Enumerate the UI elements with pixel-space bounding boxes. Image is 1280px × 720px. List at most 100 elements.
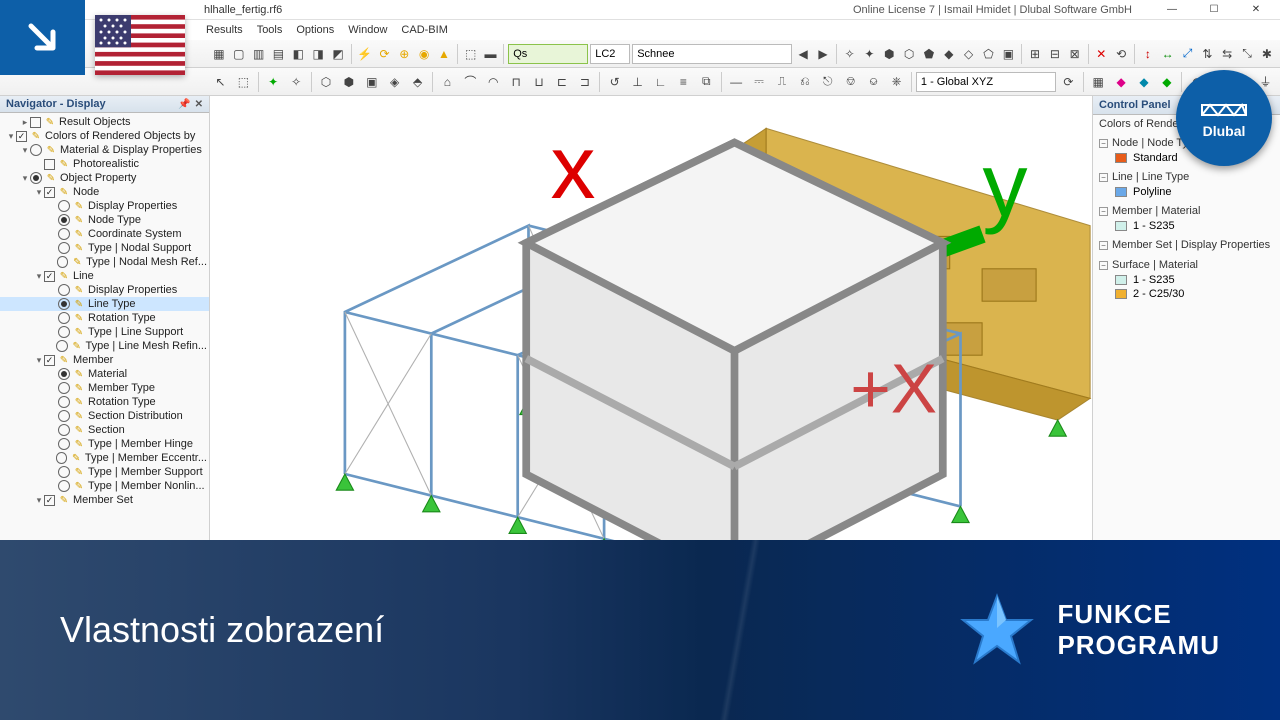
navigator-title: Navigator - Display 📌 ✕	[0, 96, 209, 113]
tool-icon[interactable]: ↖	[210, 71, 231, 93]
checkbox-icon[interactable]	[30, 117, 41, 128]
pencil-icon: ✎	[72, 326, 86, 338]
tree-item[interactable]: ✎Material	[0, 367, 209, 381]
tree-item[interactable]: ▾✓✎Line	[0, 269, 209, 283]
tree-item[interactable]: ✎Type | Member Support	[0, 465, 209, 479]
pencil-icon: ✎	[72, 396, 86, 408]
tree-label: Material & Display Properties	[60, 144, 202, 156]
radio-icon[interactable]	[58, 228, 70, 240]
checkbox-icon[interactable]: ✓	[16, 131, 27, 142]
tree-item[interactable]: ▾✓✎Member Set	[0, 493, 209, 507]
radio-icon[interactable]	[58, 424, 70, 436]
pencil-icon: ✎	[72, 298, 86, 310]
radio-icon[interactable]	[58, 312, 70, 324]
tree-label: Member Set	[73, 494, 133, 506]
close-button[interactable]: ✕	[1236, 0, 1276, 20]
radio-icon[interactable]	[58, 326, 70, 338]
tree-item[interactable]: ▾✓✎Colors of Rendered Objects by	[0, 129, 209, 143]
tree-label: Display Properties	[88, 200, 177, 212]
radio-icon[interactable]	[57, 256, 69, 268]
minimize-button[interactable]: —	[1152, 0, 1192, 20]
tree-item[interactable]: ▾✎Material & Display Properties	[0, 143, 209, 157]
tree-item[interactable]: ✎Type | Member Nonlin...	[0, 479, 209, 493]
tree-item[interactable]: ✎Node Type	[0, 213, 209, 227]
pin-icon[interactable]: 📌	[178, 99, 190, 110]
checkbox-icon[interactable]: ✓	[44, 187, 55, 198]
tree-item[interactable]: ✎Section Distribution	[0, 409, 209, 423]
tool-icon[interactable]: ▢	[230, 43, 248, 65]
star-icon	[957, 590, 1037, 670]
tree-label: Type | Line Support	[88, 326, 183, 338]
pencil-icon: ✎	[72, 214, 86, 226]
tree-item[interactable]: ▾✓✎Node	[0, 185, 209, 199]
tree-item[interactable]: ▾✓✎Member	[0, 353, 209, 367]
radio-icon[interactable]	[56, 452, 68, 464]
pencil-icon: ✎	[70, 256, 84, 268]
radio-icon[interactable]	[58, 298, 70, 310]
tree-item[interactable]: ✎Display Properties	[0, 199, 209, 213]
radio-icon[interactable]	[30, 144, 42, 156]
legend-label: 2 - C25/30	[1133, 288, 1184, 300]
tree-label: Object Property	[60, 172, 136, 184]
dlubal-text: Dlubal	[1203, 123, 1246, 139]
tool-icon[interactable]: ▦	[210, 43, 228, 65]
svg-text:+X: +X	[850, 350, 937, 428]
tree-item[interactable]: ✎Display Properties	[0, 283, 209, 297]
tree-label: Member Type	[88, 382, 155, 394]
menu-results[interactable]: Results	[200, 22, 249, 38]
tree-item[interactable]: ✎Type | Nodal Support	[0, 241, 209, 255]
footer-overlay: Vlastnosti zobrazení FUNKCE PROGRAMU	[0, 540, 1280, 720]
cp-section-head[interactable]: −Member Set | Display Properties	[1099, 237, 1274, 253]
tree-item[interactable]: ✎Photorealistic	[0, 157, 209, 171]
pencil-icon: ✎	[72, 242, 86, 254]
tree-label: Colors of Rendered Objects by	[45, 130, 195, 142]
radio-icon[interactable]	[58, 480, 70, 492]
color-swatch	[1115, 289, 1127, 299]
radio-icon[interactable]	[30, 172, 42, 184]
tree-item[interactable]: ✎Rotation Type	[0, 395, 209, 409]
tree-item[interactable]: ▸✎Result Objects	[0, 115, 209, 129]
cp-section-head[interactable]: −Line | Line Type	[1099, 169, 1274, 185]
pencil-icon: ✎	[43, 116, 57, 128]
legend-label: Polyline	[1133, 186, 1172, 198]
tree-item[interactable]: ✎Member Type	[0, 381, 209, 395]
radio-icon[interactable]	[58, 284, 70, 296]
tree-label: Type | Line Mesh Refin...	[86, 340, 207, 352]
checkbox-icon[interactable]: ✓	[44, 271, 55, 282]
tree-item[interactable]: ✎Type | Line Support	[0, 325, 209, 339]
checkbox-icon[interactable]	[44, 159, 55, 170]
radio-icon[interactable]	[58, 200, 70, 212]
radio-icon[interactable]	[58, 410, 70, 422]
pencil-icon: ✎	[69, 452, 82, 464]
cp-section-head[interactable]: −Surface | Material	[1099, 257, 1274, 273]
tree-item[interactable]: ✎Section	[0, 423, 209, 437]
tree-item[interactable]: ✎Line Type	[0, 297, 209, 311]
footer-subtitle: FUNKCE PROGRAMU	[1057, 599, 1280, 661]
radio-icon[interactable]	[58, 214, 70, 226]
tree-label: Type | Member Hinge	[88, 438, 193, 450]
pencil-icon: ✎	[72, 424, 86, 436]
checkbox-icon[interactable]: ✓	[44, 355, 55, 366]
radio-icon[interactable]	[56, 340, 68, 352]
tree-label: Node	[73, 186, 99, 198]
tree-item[interactable]: ✎Type | Member Eccentr...	[0, 451, 209, 465]
tree-label: Member	[73, 354, 113, 366]
radio-icon[interactable]	[58, 242, 70, 254]
tree-item[interactable]: ▾✎Object Property	[0, 171, 209, 185]
radio-icon[interactable]	[58, 368, 70, 380]
radio-icon[interactable]	[58, 438, 70, 450]
radio-icon[interactable]	[58, 466, 70, 478]
tree-item[interactable]: ✎Coordinate System	[0, 227, 209, 241]
tree-item[interactable]: ✎Type | Member Hinge	[0, 437, 209, 451]
radio-icon[interactable]	[58, 382, 70, 394]
tree-label: Coordinate System	[88, 228, 182, 240]
tree-item[interactable]: ✎Type | Nodal Mesh Ref...	[0, 255, 209, 269]
radio-icon[interactable]	[58, 396, 70, 408]
tree-item[interactable]: ✎Type | Line Mesh Refin...	[0, 339, 209, 353]
tree-label: Display Properties	[88, 284, 177, 296]
maximize-button[interactable]: ☐	[1194, 0, 1234, 20]
cp-section-head[interactable]: −Member | Material	[1099, 203, 1274, 219]
checkbox-icon[interactable]: ✓	[44, 495, 55, 506]
tree-item[interactable]: ✎Rotation Type	[0, 311, 209, 325]
footer-line2: PROGRAMU	[1057, 630, 1220, 661]
